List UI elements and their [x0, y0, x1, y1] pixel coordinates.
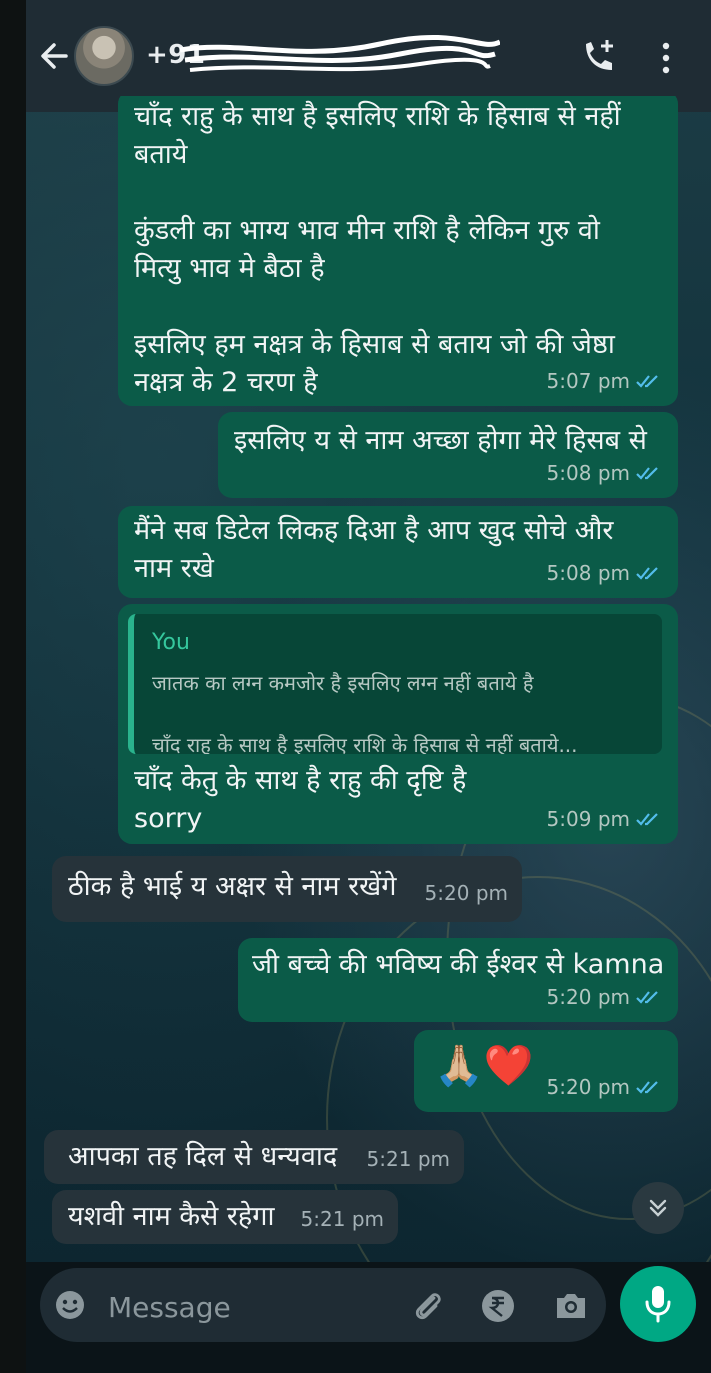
- message-time: 5:21 pm: [366, 1147, 450, 1171]
- message-bubble-outgoing[interactable]: इसलिए य से नाम अच्छा होगा मेरे हिसब से 5…: [218, 412, 678, 498]
- read-ticks-icon: [636, 375, 658, 388]
- redaction-scribble: [180, 35, 500, 72]
- read-ticks-icon: [636, 1081, 658, 1094]
- message-meta: 5:08 pm: [547, 454, 662, 492]
- scroll-to-bottom-button[interactable]: [632, 1182, 684, 1234]
- message-meta: 5:20 pm: [425, 874, 508, 912]
- attach-icon[interactable]: [410, 1288, 444, 1322]
- more-vert-icon[interactable]: [656, 40, 676, 76]
- message-meta: 5:07 pm: [547, 362, 662, 400]
- message-time: 5:08 pm: [546, 461, 630, 485]
- message-time: 5:20 pm: [546, 985, 630, 1009]
- message-meta: 5:21 pm: [367, 1140, 450, 1178]
- message-text: ठीक है भाई य अक्षर से नाम रखेंगे: [68, 871, 397, 902]
- chat-screen: +91 चाँद राहु के साथ है इसलिए राशि के हि…: [0, 0, 711, 1373]
- voice-message-button[interactable]: [620, 1266, 696, 1342]
- message-bubble-outgoing[interactable]: मैंने सब डिटेल लिकह दिआ है आप खुद सोचे औ…: [118, 506, 678, 598]
- back-arrow-icon[interactable]: [38, 36, 72, 76]
- mic-icon: [645, 1286, 671, 1323]
- message-time: 5:20 pm: [424, 881, 508, 905]
- message-time: 5:20 pm: [546, 1075, 630, 1099]
- quoted-text: जातक का लग्न कमजोर है इसलिए लग्न नहीं बत…: [152, 671, 534, 695]
- read-ticks-icon: [636, 467, 658, 480]
- message-input[interactable]: [106, 1286, 390, 1328]
- message-time: 5:21 pm: [300, 1207, 384, 1231]
- add-call-icon[interactable]: [580, 38, 618, 76]
- message-text: चाँद राहु के साथ है इसलिए राशि के हिसाब …: [134, 101, 621, 398]
- contact-avatar[interactable]: [74, 26, 134, 86]
- message-text: यशवी नाम कैसे रहेगा: [68, 1201, 275, 1232]
- read-ticks-icon: [636, 991, 658, 1004]
- message-text: आपका तह दिल से धन्यवाद: [68, 1141, 338, 1172]
- message-meta: 5:20 pm: [547, 978, 662, 1016]
- read-ticks-icon: [636, 567, 658, 580]
- quoted-text: चाँद राहु के साथ है इसलिए राशि के हिसाब …: [152, 733, 578, 754]
- emoji-icon[interactable]: [54, 1289, 86, 1321]
- message-time: 5:07 pm: [546, 369, 630, 393]
- read-ticks-icon: [636, 813, 658, 826]
- quoted-message[interactable]: You जातक का लग्न कमजोर है इसलिए लग्न नही…: [128, 614, 662, 754]
- camera-icon[interactable]: [554, 1290, 588, 1322]
- quoted-author: You: [152, 630, 190, 655]
- message-meta: 5:20 pm: [547, 1068, 662, 1106]
- message-bubble-outgoing-emoji[interactable]: 🙏🏼❤️ 5:20 pm: [414, 1030, 678, 1112]
- message-meta: 5:09 pm: [547, 800, 662, 838]
- message-bubble-incoming[interactable]: यशवी नाम कैसे रहेगा 5:21 pm: [52, 1190, 398, 1244]
- message-bubble-outgoing[interactable]: चाँद राहु के साथ है इसलिए राशि के हिसाब …: [118, 90, 678, 406]
- message-meta: 5:08 pm: [547, 554, 662, 592]
- message-bubble-incoming[interactable]: ठीक है भाई य अक्षर से नाम रखेंगे 5:20 pm: [52, 856, 522, 922]
- left-edge: [0, 0, 26, 1373]
- message-meta: 5:21 pm: [301, 1200, 384, 1238]
- message-time: 5:08 pm: [546, 561, 630, 585]
- double-chevron-down-icon: [649, 1199, 667, 1217]
- message-bubble-incoming[interactable]: आपका तह दिल से धन्यवाद 5:21 pm: [44, 1130, 464, 1184]
- message-bubble-outgoing-reply[interactable]: You जातक का लग्न कमजोर है इसलिए लग्न नही…: [118, 604, 678, 844]
- message-bubble-outgoing[interactable]: जी बच्चे की भविष्य की ईश्वर से kamna 5:2…: [238, 938, 678, 1022]
- rupee-icon[interactable]: [480, 1288, 516, 1324]
- message-time: 5:09 pm: [546, 807, 630, 831]
